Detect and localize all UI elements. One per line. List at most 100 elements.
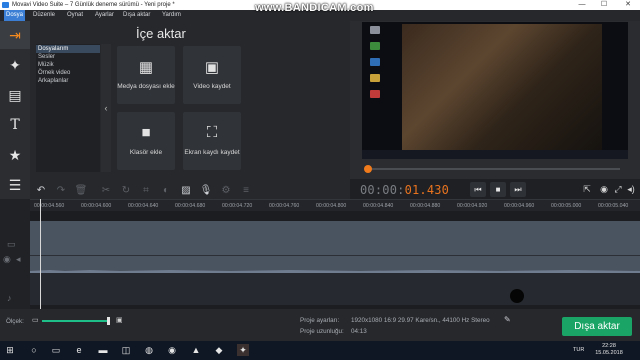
desktop-icon	[370, 58, 380, 66]
category-item[interactable]: Müzik	[38, 61, 54, 69]
audio-levels-button[interactable]: ≡	[237, 181, 255, 199]
ruler-tick-label: 00:00:04.720	[222, 203, 253, 209]
movavi-taskbar-icon[interactable]: ✦	[237, 344, 249, 356]
ruler-tick-label: 00:00:04.640	[128, 203, 159, 209]
transitions-tool-button[interactable]: ▤	[0, 81, 30, 109]
windows-start-icon[interactable]: ⊞	[4, 344, 16, 356]
snapshot-button[interactable]: ◉	[597, 182, 611, 197]
crop-button[interactable]: ⌗	[137, 181, 155, 199]
track-header-column: ▭ ◉ ◂ ♪	[0, 199, 30, 309]
movavi-window: Movavi Video Suite – 7 Günlük deneme sür…	[0, 0, 640, 360]
timeline-ruler[interactable]: 00:00:04.560 00:00:04.600 00:00:04.640 00:0…	[30, 199, 640, 211]
export-frame-button[interactable]: ⇱	[580, 182, 594, 197]
menu-item-oynat[interactable]: Oynat	[67, 10, 83, 21]
edge-icon[interactable]: e	[73, 344, 85, 356]
project-length-label: Proje uzunluğu:	[300, 328, 344, 335]
preview-taskbar	[362, 150, 628, 159]
menu-item-duzenle[interactable]: Düzenle	[33, 10, 55, 21]
store-icon[interactable]: ◫	[120, 344, 132, 356]
import-title: İçe aktar	[136, 26, 186, 41]
playhead[interactable]	[40, 199, 41, 309]
previous-frame-button[interactable]: ⏮	[470, 182, 486, 197]
windows-taskbar: ⊞ ○ ▭ e ▬ ◫ ◍ ◉ ▲ ◆ ✦	[0, 341, 640, 360]
cut-button[interactable]: ✂	[97, 181, 115, 199]
stop-icon: ■	[495, 185, 501, 194]
category-item[interactable]: Dosyalarım	[36, 45, 100, 53]
settings-button[interactable]: ⚙	[217, 181, 235, 199]
desktop-icon	[370, 74, 380, 82]
microphone-button[interactable]: 🎙	[197, 181, 215, 199]
menu-item-disa-aktar[interactable]: Dışa aktar	[123, 10, 150, 21]
export-frame-icon: ⇱	[583, 184, 591, 194]
app-icon-taskbar[interactable]: ◆	[213, 344, 225, 356]
eye-icon[interactable]: ◉	[3, 254, 11, 265]
next-frame-button[interactable]: ⏭	[510, 182, 526, 197]
volume-button[interactable]: ◂)	[624, 182, 638, 197]
screen-capture-tile[interactable]: ⛶ Ekran kaydı kaydet	[183, 112, 241, 170]
star-badge-icon: ★	[8, 146, 22, 163]
undo-button[interactable]: ↶	[32, 181, 50, 199]
chrome-icon[interactable]: ◉	[166, 344, 178, 356]
menu-item-dosya[interactable]: Dosya	[4, 10, 26, 21]
edit-toolbar: ↶ ↷ 🗑 ✂ ↻ ⌗ ◐ ▨ 🎙 ⚙ ≡	[30, 181, 350, 199]
language-indicator[interactable]: TUR	[573, 347, 584, 353]
redo-button[interactable]: ↷	[52, 181, 70, 199]
ruler-tick-label: 00:00:04.680	[175, 203, 206, 209]
audio-waveform	[30, 270, 640, 273]
rotate-button[interactable]: ↻	[117, 181, 135, 199]
ruler-tick-label: 00:00:04.920	[457, 203, 488, 209]
import-tool-button[interactable]: ⇥	[0, 21, 30, 49]
zoom-in-icon[interactable]: ▣	[116, 316, 123, 324]
delete-button[interactable]: 🗑	[72, 181, 90, 199]
zoom-slider-knob[interactable]	[107, 317, 110, 325]
record-video-tile[interactable]: ▣ Video kaydet	[183, 46, 241, 104]
menu-lines-icon: ☰	[8, 176, 22, 193]
image-button[interactable]: ▨	[177, 181, 195, 199]
scrubber-track[interactable]	[368, 168, 620, 170]
category-item[interactable]: Arkaplanlar	[38, 77, 68, 85]
audio-track[interactable]	[30, 273, 640, 305]
edit-pencil-icon[interactable]: ✎	[504, 315, 511, 324]
add-folder-tile[interactable]: ■ Klasör ekle	[117, 112, 175, 170]
firefox-icon[interactable]: ◍	[143, 344, 155, 356]
bandicam-watermark: www.BANDICAM.com	[255, 2, 374, 14]
chevron-left-icon: ‹	[104, 103, 108, 113]
category-item[interactable]: Örnek video	[38, 69, 70, 77]
menu-item-yardim[interactable]: Yardım	[162, 10, 181, 21]
timecode-display: 00:00:01.430	[360, 183, 449, 197]
app-icon-taskbar[interactable]: ▲	[190, 344, 202, 356]
add-media-tile[interactable]: ▦ Medya dosyası ekle	[117, 46, 175, 104]
tile-label: Medya dosyası ekle	[117, 83, 175, 90]
track-divider	[30, 255, 640, 256]
film-strip-icon: ▤	[8, 86, 22, 103]
stop-button[interactable]: ■	[490, 182, 506, 197]
zoom-out-icon[interactable]: ▭	[32, 316, 39, 324]
minimize-button[interactable]: —	[574, 0, 590, 10]
desktop-icon	[370, 90, 380, 98]
tile-label: Video kaydet	[193, 83, 231, 90]
titles-tool-button[interactable]: T	[0, 111, 30, 139]
preview-scrubber[interactable]	[362, 164, 628, 174]
speaker-icon[interactable]: ◂	[16, 254, 21, 265]
window-title: Movavi Video Suite – 7 Günlük deneme sür…	[12, 2, 175, 8]
collapse-panel-button[interactable]: ‹	[101, 44, 111, 172]
mouse-cursor-dot	[510, 289, 524, 303]
menu-item-ayarlar[interactable]: Ayarlar	[95, 10, 114, 21]
scrubber-knob[interactable]	[364, 165, 372, 173]
search-icon[interactable]: ○	[28, 344, 40, 356]
more-tools-button[interactable]: ☰	[0, 171, 30, 199]
filters-tool-button[interactable]: ✦	[0, 51, 30, 79]
close-button[interactable]: ✕	[620, 0, 636, 10]
system-clock[interactable]: 22:28 15.05.2018	[592, 343, 626, 357]
color-adjust-button[interactable]: ◐	[157, 181, 175, 199]
tile-label: Ekran kaydı kaydet	[184, 149, 240, 156]
export-button[interactable]: Dışa aktar	[562, 317, 632, 336]
task-view-icon[interactable]: ▭	[50, 344, 62, 356]
app-icon	[2, 2, 9, 8]
maximize-button[interactable]: ☐	[596, 0, 612, 10]
fullscreen-button[interactable]: ⤢	[611, 182, 625, 197]
music-note-icon: ♪	[7, 293, 12, 303]
stickers-tool-button[interactable]: ★	[0, 141, 30, 169]
file-explorer-icon[interactable]: ▬	[97, 344, 109, 356]
category-item[interactable]: Sesler	[38, 53, 55, 61]
